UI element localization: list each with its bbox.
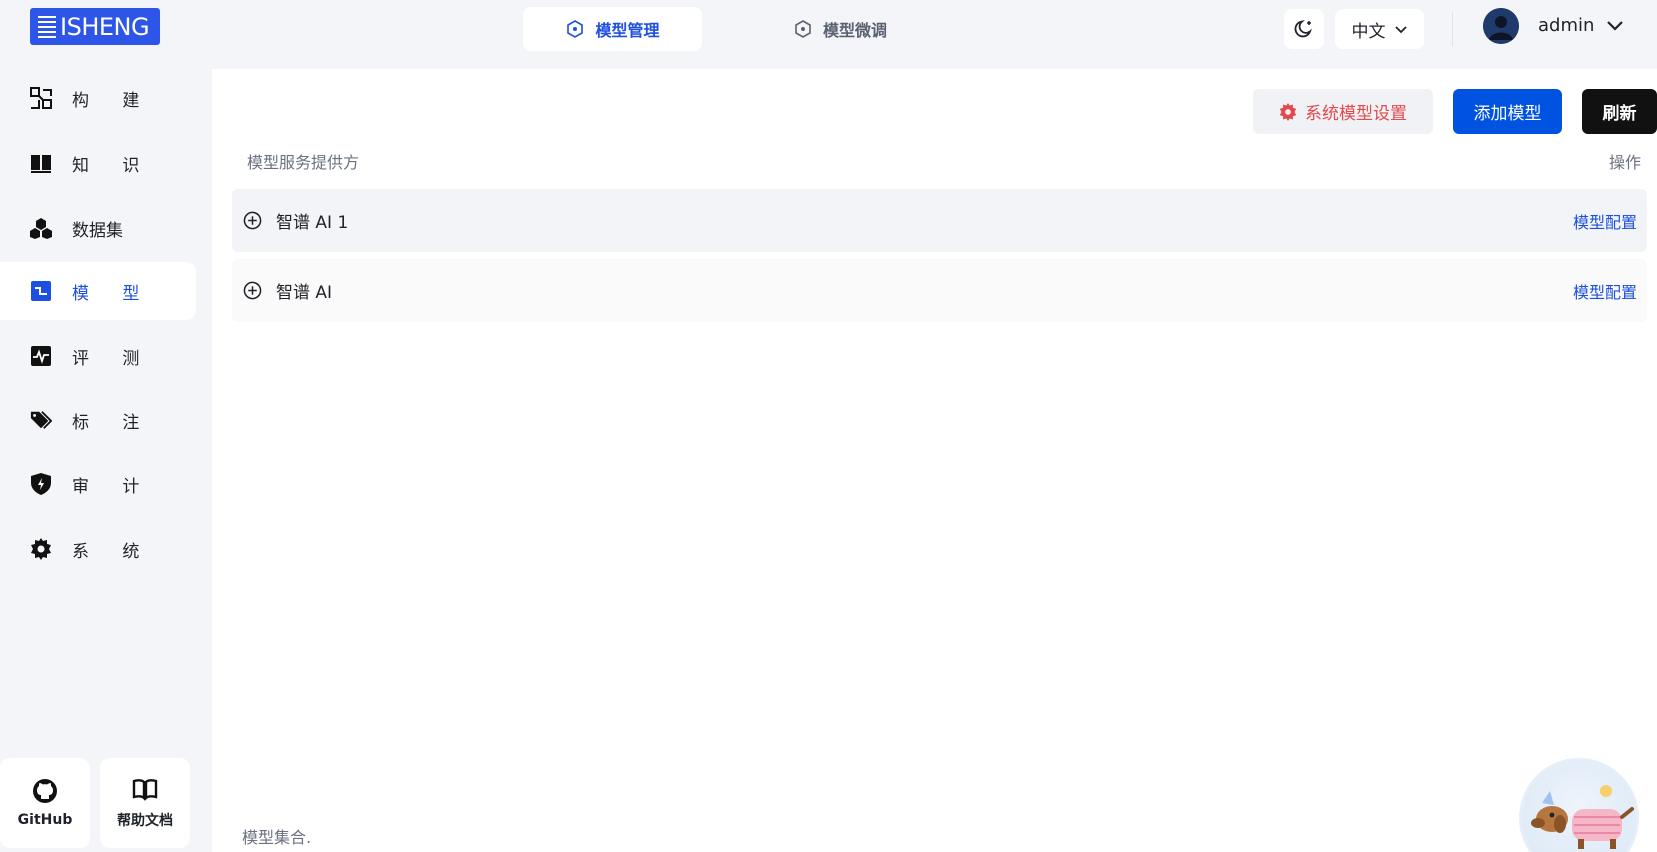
main-panel: 系统模型设置 添加模型 刷新 模型服务提供方 操作 智谱 AI 1 模型配置 智… [212, 69, 1657, 852]
sidebar-item-label: 标 注 [72, 412, 154, 433]
sidebar-item-system[interactable]: 系 统 [0, 520, 196, 578]
sidebar-item-model[interactable]: 模 型 [0, 262, 196, 320]
expand-plus-icon[interactable] [243, 281, 262, 300]
dog-mascot-icon [1531, 785, 1634, 849]
footer-note: 模型集合. [242, 828, 312, 847]
sidebar-item-annotation[interactable]: 标 注 [0, 391, 196, 449]
gear-icon [30, 538, 52, 560]
button-label: 刷新 [1602, 104, 1637, 124]
sidebar-item-knowledge[interactable]: 知 识 [0, 134, 196, 192]
provider-name: 智谱 AI [276, 283, 333, 303]
language-select[interactable]: 中文 [1335, 9, 1424, 49]
hexagon-icon [567, 20, 584, 38]
sidebar-item-label: 构 建 [72, 90, 154, 111]
dataset-icon [30, 217, 52, 239]
github-link[interactable]: GitHub [0, 758, 90, 848]
header-divider [1452, 12, 1453, 46]
sidebar-item-label: 审 计 [72, 476, 154, 497]
language-value: 中文 [1351, 21, 1386, 42]
system-model-settings-button[interactable]: 系统模型设置 [1253, 89, 1433, 134]
sidebar-item-label: 模 型 [72, 283, 154, 304]
user-menu[interactable]: admin [1538, 15, 1624, 36]
github-label: GitHub [17, 812, 73, 828]
logo-text: ISHENG [60, 12, 150, 41]
tab-model-finetune[interactable]: 模型微调 [760, 7, 920, 51]
sidebar-item-dataset[interactable]: 数据集 [0, 199, 196, 257]
sidebar-item-label: 系 统 [72, 541, 154, 562]
open-book-icon [132, 779, 158, 801]
tab-label: 模型微调 [822, 21, 887, 40]
button-label: 系统模型设置 [1305, 104, 1407, 124]
sidebar-item-build[interactable]: 构 建 [0, 69, 196, 127]
gear-icon [1279, 102, 1297, 121]
chevron-down-icon [1607, 20, 1624, 31]
sidebar-item-label: 评 测 [72, 348, 154, 369]
moon-icon [1294, 20, 1312, 38]
logo-lines-icon [38, 15, 56, 38]
sidebar-item-label: 知 识 [72, 155, 154, 176]
table-row[interactable]: 智谱 AI 模型配置 [232, 259, 1647, 322]
app-logo[interactable]: ISHENG [30, 8, 160, 45]
avatar[interactable] [1483, 8, 1519, 44]
column-header-action: 操作 [1608, 153, 1641, 172]
sidebar-item-audit[interactable]: 审 计 [0, 455, 196, 513]
help-docs-link[interactable]: 帮助文档 [100, 758, 190, 848]
refresh-button[interactable]: 刷新 [1582, 89, 1657, 134]
model-config-link[interactable]: 模型配置 [1573, 209, 1637, 233]
expand-plus-icon[interactable] [243, 211, 262, 230]
help-docs-label: 帮助文档 [117, 813, 173, 829]
chevron-down-icon [1394, 26, 1407, 34]
sidebar-item-evaluation[interactable]: 评 测 [0, 327, 196, 385]
column-header-provider: 模型服务提供方 [247, 153, 360, 172]
tag-icon [30, 409, 52, 431]
tab-label: 模型管理 [595, 21, 660, 40]
theme-toggle-button[interactable] [1284, 9, 1324, 49]
button-label: 添加模型 [1473, 104, 1542, 124]
sidebar-item-label: 数据集 [72, 220, 123, 241]
shield-icon [30, 473, 52, 495]
add-model-button[interactable]: 添加模型 [1453, 89, 1562, 134]
model-config-link[interactable]: 模型配置 [1573, 279, 1637, 303]
provider-name: 智谱 AI 1 [276, 213, 349, 233]
table-row[interactable]: 智谱 AI 1 模型配置 [232, 189, 1647, 252]
github-icon [33, 779, 57, 803]
tab-model-management[interactable]: 模型管理 [523, 7, 702, 51]
hexagon-icon [795, 20, 811, 38]
username: admin [1538, 15, 1595, 36]
pulse-icon [30, 345, 52, 367]
user-avatar-icon [1483, 8, 1519, 44]
build-icon [30, 87, 52, 109]
book-icon [30, 152, 52, 174]
model-icon [30, 280, 52, 302]
